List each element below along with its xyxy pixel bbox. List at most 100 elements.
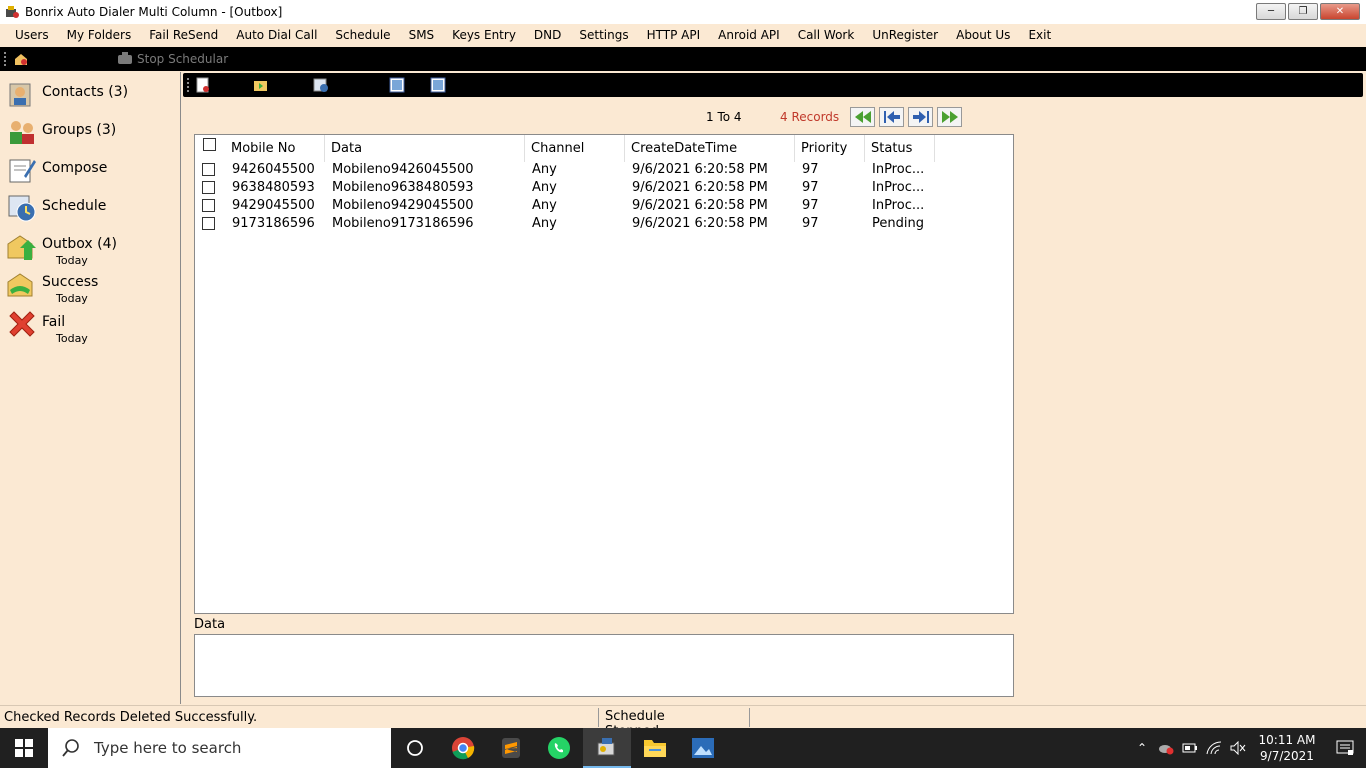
cell-priority: 97 <box>802 180 819 195</box>
taskbar-app-auto-dialer[interactable] <box>583 728 631 768</box>
table-row[interactable]: 9429045500 Mobileno9429045500 Any 9/6/20… <box>195 197 1013 215</box>
sidebar-item-success[interactable]: Success Today <box>6 268 98 305</box>
volume-muted-icon[interactable] <box>1226 741 1250 755</box>
compose-icon <box>6 154 38 186</box>
task-view-icon <box>407 740 423 756</box>
network-error-icon[interactable] <box>1154 741 1178 755</box>
cell-priority: 97 <box>802 198 819 213</box>
first-page-button[interactable] <box>850 107 875 127</box>
taskbar-app-chrome[interactable] <box>439 728 487 768</box>
menu-schedule[interactable]: Schedule <box>326 24 399 46</box>
cell-mobile-no: 9638480593 <box>232 180 315 195</box>
table-row[interactable]: 9638480593 Mobileno9638480593 Any 9/6/20… <box>195 179 1013 197</box>
menu-my-folders[interactable]: My Folders <box>58 24 141 46</box>
delete-document-icon[interactable] <box>195 77 211 93</box>
first-page-icon <box>854 111 871 123</box>
header-mobile-no[interactable]: Mobile No <box>225 135 325 162</box>
cell-channel: Any <box>532 198 557 213</box>
sidebar-item-groups[interactable]: Groups (3) <box>6 116 116 148</box>
header-data[interactable]: Data <box>325 135 525 162</box>
sidebar-item-outbox[interactable]: Outbox (4) Today <box>6 230 117 267</box>
next-page-button[interactable] <box>908 107 933 127</box>
taskbar-app-photos[interactable] <box>679 728 727 768</box>
taskbar-app-file-explorer[interactable] <box>631 728 679 768</box>
row-checkbox[interactable] <box>202 163 215 176</box>
schedule-settings-icon[interactable] <box>313 77 329 93</box>
data-panel-label: Data <box>194 617 226 632</box>
menu-unregister[interactable]: UnRegister <box>863 24 947 46</box>
sidebar: Contacts (3) Groups (3) Compose Schedule… <box>0 72 181 704</box>
menu-about-us[interactable]: About Us <box>947 24 1019 46</box>
refresh-folder-icon[interactable] <box>253 77 269 93</box>
table-row[interactable]: 9426045500 Mobileno9426045500 Any 9/6/20… <box>195 161 1013 179</box>
app-icon[interactable] <box>3 3 21 21</box>
sidebar-sub-outbox: Today <box>56 254 88 267</box>
prev-page-button[interactable] <box>879 107 904 127</box>
menu-sms[interactable]: SMS <box>400 24 444 46</box>
menu-bar: Users My Folders Fail ReSend Auto Dial C… <box>0 24 1366 46</box>
minimize-button[interactable]: ─ <box>1256 3 1286 20</box>
sidebar-sub-success: Today <box>56 292 88 305</box>
sidebar-item-compose[interactable]: Compose <box>6 154 107 186</box>
taskbar-search-box[interactable]: Type here to search <box>48 728 391 768</box>
taskbar-app-whatsapp[interactable] <box>535 728 583 768</box>
sidebar-label-schedule: Schedule <box>42 198 107 214</box>
data-panel-textbox[interactable] <box>194 634 1014 697</box>
menu-settings[interactable]: Settings <box>570 24 637 46</box>
clock-time: 10:11 AM <box>1258 733 1316 747</box>
last-page-button[interactable] <box>937 107 962 127</box>
menu-auto-dial-call[interactable]: Auto Dial Call <box>227 24 326 46</box>
close-button[interactable]: ✕ <box>1320 3 1360 20</box>
menu-fail-resend[interactable]: Fail ReSend <box>140 24 227 46</box>
row-checkbox[interactable] <box>202 199 215 212</box>
menu-users[interactable]: Users <box>6 24 58 46</box>
search-icon <box>62 739 79 757</box>
cell-mobile-no: 9173186596 <box>232 216 315 231</box>
header-status[interactable]: Status <box>865 135 935 162</box>
sidebar-label-compose: Compose <box>42 160 108 176</box>
select-all-checkbox[interactable] <box>203 138 216 151</box>
pager-records: 4 Records <box>780 110 840 124</box>
taskbar-clock[interactable]: 10:11 AM 9/7/2021 <box>1250 732 1324 764</box>
home-settings-icon[interactable] <box>13 51 29 67</box>
export-image-icon[interactable] <box>389 77 405 93</box>
header-channel[interactable]: Channel <box>525 135 625 162</box>
sidebar-label-fail: Fail <box>42 314 66 330</box>
cell-data: Mobileno9426045500 <box>332 162 474 177</box>
wifi-icon[interactable] <box>1202 741 1226 755</box>
restore-icon: ❐ <box>1298 6 1308 17</box>
battery-icon[interactable] <box>1178 743 1202 753</box>
table-header: Mobile No Data Channel CreateDateTime Pr… <box>195 135 1013 162</box>
toolbar-grip-icon[interactable] <box>3 51 7 67</box>
pager-range: 1 To 4 <box>706 110 742 124</box>
table-row[interactable]: 9173186596 Mobileno9173186596 Any 9/6/20… <box>195 215 1013 233</box>
sidebar-item-schedule[interactable]: Schedule <box>6 192 106 224</box>
restore-button[interactable]: ❐ <box>1288 3 1318 20</box>
windows-taskbar: Type here to search ⌃ 10:11 AM 9/7/2021 <box>0 728 1366 768</box>
menu-call-work[interactable]: Call Work <box>789 24 864 46</box>
task-view-button[interactable] <box>391 728 439 768</box>
menu-http-api[interactable]: HTTP API <box>638 24 710 46</box>
start-button[interactable] <box>0 728 48 768</box>
row-checkbox[interactable] <box>202 181 215 194</box>
notification-button[interactable] <box>1324 740 1366 756</box>
row-checkbox[interactable] <box>202 217 215 230</box>
sidebar-item-contacts[interactable]: Contacts (3) <box>6 78 128 110</box>
chrome-icon <box>452 737 475 760</box>
cell-status: InProc... <box>872 180 925 195</box>
import-image-icon[interactable] <box>430 77 446 93</box>
header-create-datetime[interactable]: CreateDateTime <box>625 135 795 162</box>
menu-keys-entry[interactable]: Keys Entry <box>443 24 525 46</box>
close-icon: ✕ <box>1335 6 1345 17</box>
stop-scheduler-button[interactable]: Stop Schedular <box>117 51 228 68</box>
show-hidden-icons-icon[interactable]: ⌃ <box>1130 741 1154 755</box>
sidebar-item-fail[interactable]: Fail Today <box>6 308 88 345</box>
menu-android-api[interactable]: Anroid API <box>709 24 789 46</box>
menu-exit[interactable]: Exit <box>1019 24 1060 46</box>
menu-dnd[interactable]: DND <box>525 24 570 46</box>
sidebar-label-contacts: Contacts (3) <box>42 84 129 100</box>
outbox-toolbar-grip-icon[interactable] <box>186 77 190 93</box>
status-message: Checked Records Deleted Successfully. <box>4 710 258 725</box>
header-priority[interactable]: Priority <box>795 135 865 162</box>
taskbar-app-sublime[interactable] <box>487 728 535 768</box>
